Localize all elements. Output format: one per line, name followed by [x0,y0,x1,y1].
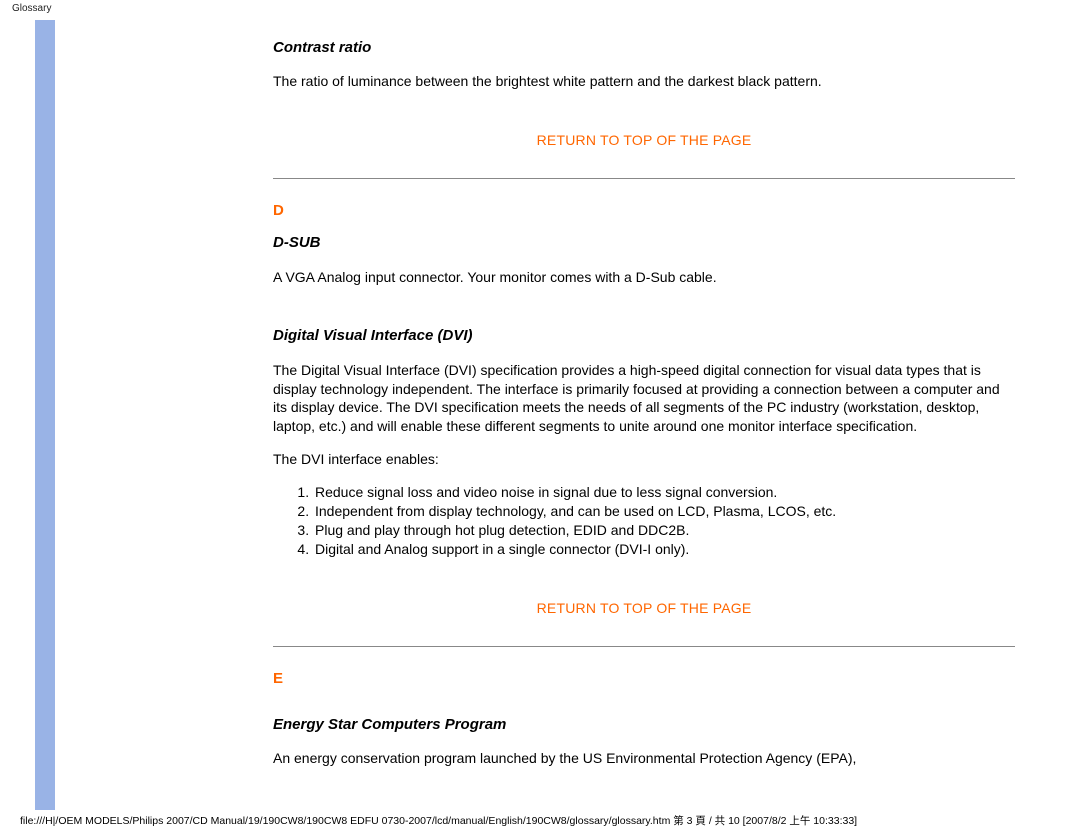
left-gutter [55,20,243,810]
section-body-dsub: A VGA Analog input connector. Your monit… [273,268,1015,287]
return-to-top-link[interactable]: RETURN TO TOP OF THE PAGE [273,131,1015,150]
list-item: Independent from display technology, and… [313,502,1015,521]
page-frame: Contrast ratio The ratio of luminance be… [35,20,1045,810]
dvi-feature-list: Reduce signal loss and video noise in si… [313,483,1015,559]
letter-anchor-e: E [273,669,1015,689]
footer-file-path: file:///H|/OEM MODELS/Philips 2007/CD Ma… [20,813,857,828]
left-border-stripe [35,20,55,810]
divider [273,178,1015,179]
return-to-top-link[interactable]: RETURN TO TOP OF THE PAGE [273,599,1015,618]
divider [273,646,1015,647]
section-body-energystar: An energy conservation program launched … [273,749,1015,768]
section-heading-dsub: D-SUB [273,233,1015,253]
list-item: Plug and play through hot plug detection… [313,521,1015,540]
section-heading-contrast: Contrast ratio [273,38,1015,58]
list-item: Digital and Analog support in a single c… [313,540,1015,559]
doc-header-label: Glossary [12,3,51,14]
list-item: Reduce signal loss and video noise in si… [313,483,1015,502]
section-heading-dvi: Digital Visual Interface (DVI) [273,326,1015,346]
dvi-list-intro: The DVI interface enables: [273,450,1015,469]
section-body-dvi: The Digital Visual Interface (DVI) speci… [273,361,1015,437]
section-heading-energystar: Energy Star Computers Program [273,715,1015,735]
section-body-contrast: The ratio of luminance between the brigh… [273,72,1015,91]
letter-anchor-d: D [273,201,1015,221]
content-area: Contrast ratio The ratio of luminance be… [243,20,1045,810]
